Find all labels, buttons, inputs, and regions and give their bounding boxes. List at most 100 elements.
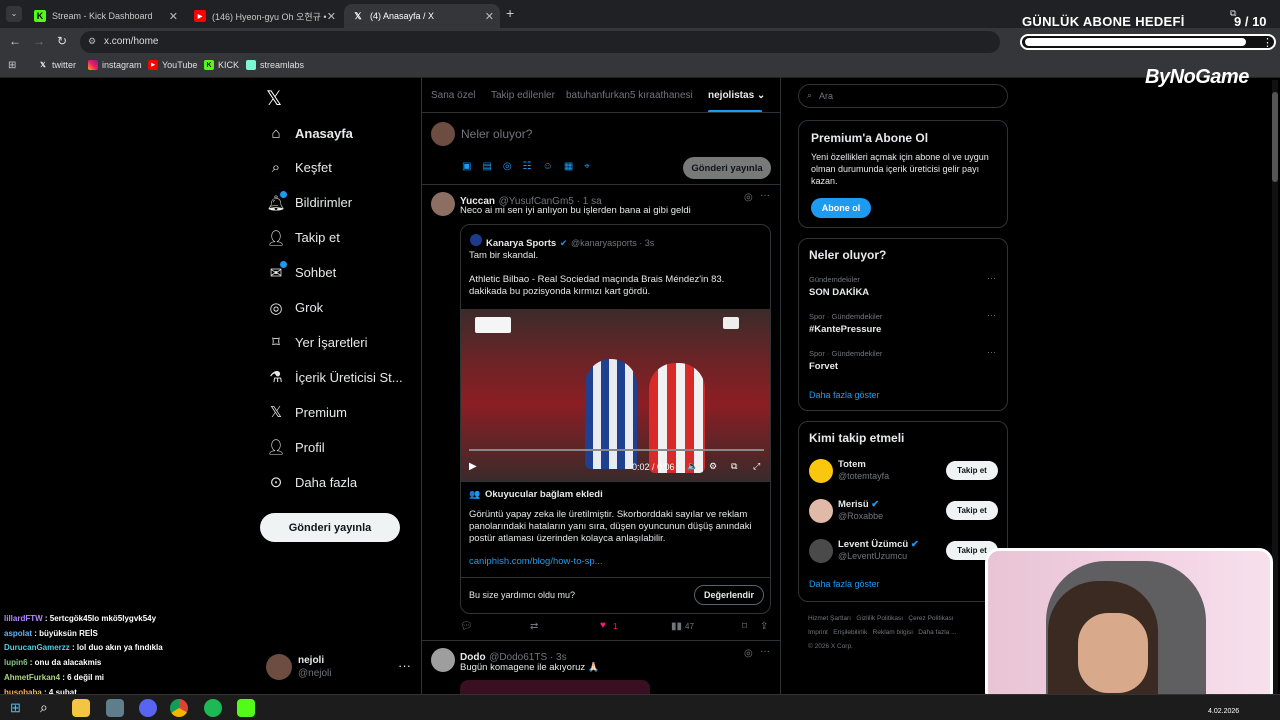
scrollbar-thumb[interactable] <box>1272 92 1278 182</box>
follow-button[interactable]: Takip et <box>946 501 998 520</box>
location-icon[interactable]: ⌖ <box>584 161 601 172</box>
share-icon[interactable]: ⇪ <box>760 621 768 632</box>
browser-tab-youtube[interactable]: ▶ (146) Hyeon-gyu Oh 오현규 • ✕ <box>186 4 342 28</box>
video-player[interactable]: ▶ 0:02 / 0:06 🔈 ⚙ ⧉ ⤢ <box>461 309 770 481</box>
search-icon[interactable]: ⌕ <box>40 699 48 716</box>
chrome-icon[interactable] <box>170 699 188 717</box>
tab-label: (4) Anasayfa / X <box>370 11 435 21</box>
windows-taskbar: ⊞ ⌕ 4.02.2026 <box>0 694 1280 720</box>
forward-icon[interactable]: → <box>33 34 45 48</box>
tab-kiraathane[interactable]: batuhanfurkan5 kıraathanesi <box>566 90 693 101</box>
volume-icon[interactable]: 🔈 <box>687 461 698 472</box>
windows-start-icon[interactable]: ⊞ <box>10 700 21 716</box>
grok-icon[interactable]: ◎ <box>744 648 753 659</box>
trend-category: Spor · Gündemdekiler <box>809 312 883 321</box>
bookmark-icon[interactable]: ⌑ <box>742 621 747 632</box>
video-progress-track[interactable] <box>469 449 764 451</box>
grok-icon[interactable]: ◎ <box>503 161 523 172</box>
trends-more-link[interactable]: Daha fazla göster <box>809 390 880 400</box>
search-input[interactable]: ⌕ Ara <box>798 84 1008 108</box>
site-info-icon[interactable]: ⚙ <box>88 36 96 47</box>
discord-icon[interactable] <box>139 699 157 717</box>
subscribe-button[interactable]: Abone ol <box>811 198 871 218</box>
composer-input[interactable]: Neler oluyor? <box>461 127 532 141</box>
nav-item-takip-et[interactable]: 👤︎ Takip et <box>266 223 339 253</box>
close-icon[interactable]: ✕ <box>327 10 336 23</box>
post-avatar[interactable] <box>431 192 455 216</box>
file-explorer-icon[interactable] <box>72 699 90 717</box>
browser-tab-kick[interactable]: K Stream - Kick Dashboard ✕ <box>26 4 184 28</box>
fullscreen-icon[interactable]: ⤢ <box>753 461 760 472</box>
quoted-post[interactable]: Kanarya Sports ✔ @kanaryasports · 3s Tam… <box>460 224 771 614</box>
follow-avatar[interactable] <box>809 459 833 483</box>
nav-item-daha-fazla[interactable]: ⊙ Daha fazla <box>266 467 357 497</box>
bookmark-kick[interactable]: K KICK <box>204 60 239 70</box>
nav-item-grok[interactable]: ◎ Grok <box>266 293 323 323</box>
gif-icon[interactable]: ▤ <box>482 161 502 172</box>
spotify-icon[interactable] <box>204 699 222 717</box>
nav-item-profil[interactable]: 👤︎ Profil <box>266 432 324 462</box>
pip-icon[interactable]: ⧉ <box>731 461 737 472</box>
follow-name[interactable]: Levent Üzümcü ✔ <box>838 539 919 550</box>
close-icon[interactable]: ✕ <box>485 10 494 23</box>
x-logo-icon[interactable]: 𝕏 <box>266 86 282 111</box>
views-icon[interactable]: ▮▮ <box>671 621 682 632</box>
apps-icon[interactable]: ⊞ <box>8 60 16 71</box>
reply-icon[interactable]: 💬︎ <box>460 621 473 632</box>
kick-icon[interactable] <box>237 699 255 717</box>
follow-name[interactable]: Totem <box>838 459 866 470</box>
trend-topic[interactable]: SON DAKİKA <box>809 287 869 298</box>
account-more-icon[interactable]: ··· <box>398 658 411 673</box>
browser-tab-x[interactable]: 𝕏 (4) Anasayfa / X ✕ <box>344 4 500 28</box>
tab-sana-ozel[interactable]: Sana özel <box>431 90 475 101</box>
trend-topic[interactable]: #KantePressure <box>809 324 881 335</box>
follow-button[interactable]: Takip et <box>946 461 998 480</box>
tab-search-button[interactable]: ⌄ <box>6 6 22 22</box>
like-icon[interactable]: ♥ <box>600 620 606 631</box>
nav-item-anasayfa[interactable]: ⌂ Anasayfa <box>266 118 352 148</box>
grok-icon[interactable]: ◎ <box>744 192 753 203</box>
reload-icon[interactable]: ↻ <box>57 34 67 48</box>
app-icon[interactable] <box>106 699 124 717</box>
note-link[interactable]: caniphish.com/blog/how-to-sp... <box>469 556 603 567</box>
more-icon[interactable]: ··· <box>987 273 996 283</box>
repost-icon[interactable]: ⇄ <box>530 621 538 632</box>
tab-nejolistas[interactable]: nejolistas ⌄ <box>708 90 765 101</box>
more-icon[interactable]: ··· <box>760 190 770 201</box>
follow-avatar[interactable] <box>809 499 833 523</box>
bookmark-twitter[interactable]: 𝕏twitter <box>38 60 76 70</box>
follow-more-link[interactable]: Daha fazla göster <box>809 579 880 589</box>
more-icon[interactable]: ··· <box>987 310 996 320</box>
close-icon[interactable]: ✕ <box>169 10 178 23</box>
nav-item-keşfet[interactable]: ⌕ Keşfet <box>266 153 332 183</box>
account-avatar[interactable] <box>266 654 292 680</box>
follow-avatar[interactable] <box>809 539 833 563</box>
rate-button[interactable]: Değerlendir <box>694 585 764 605</box>
trend-topic[interactable]: Forvet <box>809 361 838 372</box>
nav-item-i-çerik-üreticisi-st-[interactable]: ⚗ İçerik Üreticisi St... <box>266 362 402 392</box>
url-input[interactable]: ⚙ x.com/home <box>80 31 1000 53</box>
poll-icon[interactable]: ☷ <box>523 161 543 172</box>
post-button[interactable]: Gönderi yayınla <box>260 513 400 542</box>
back-icon[interactable]: ← <box>9 34 21 48</box>
follow-name[interactable]: Merisü ✔ <box>838 499 879 510</box>
more-icon[interactable]: ⋮ <box>1262 36 1273 49</box>
emoji-icon[interactable]: ☺ <box>543 161 564 172</box>
new-tab-button[interactable]: + <box>506 5 514 21</box>
composer-post-button[interactable]: Gönderi yayınla <box>683 157 771 179</box>
nav-item-premium[interactable]: 𝕏 Premium <box>266 397 347 427</box>
bookmark-youtube[interactable]: ▶ YouTube <box>148 60 197 70</box>
post-avatar[interactable] <box>431 648 455 672</box>
play-icon[interactable]: ▶ <box>469 461 477 472</box>
nav-item-yer-i-şaretleri[interactable]: ⌑ Yer İşaretleri <box>266 327 367 357</box>
more-icon[interactable]: ··· <box>760 646 770 657</box>
bookmark-instagram[interactable]: instagram <box>88 60 142 70</box>
nav-item-sohbet[interactable]: ✉ Sohbet <box>266 258 336 288</box>
settings-icon[interactable]: ⚙ <box>709 461 717 472</box>
tab-takip-edilenler[interactable]: Takip edilenler <box>491 90 555 101</box>
nav-item-bildirimler[interactable]: 🔔︎ Bildirimler <box>266 188 352 218</box>
image-icon[interactable]: ▣ <box>462 161 482 172</box>
more-icon[interactable]: ··· <box>987 347 996 357</box>
bookmark-streamlabs[interactable]: streamlabs <box>246 60 304 70</box>
schedule-icon[interactable]: ▦ <box>564 161 584 172</box>
